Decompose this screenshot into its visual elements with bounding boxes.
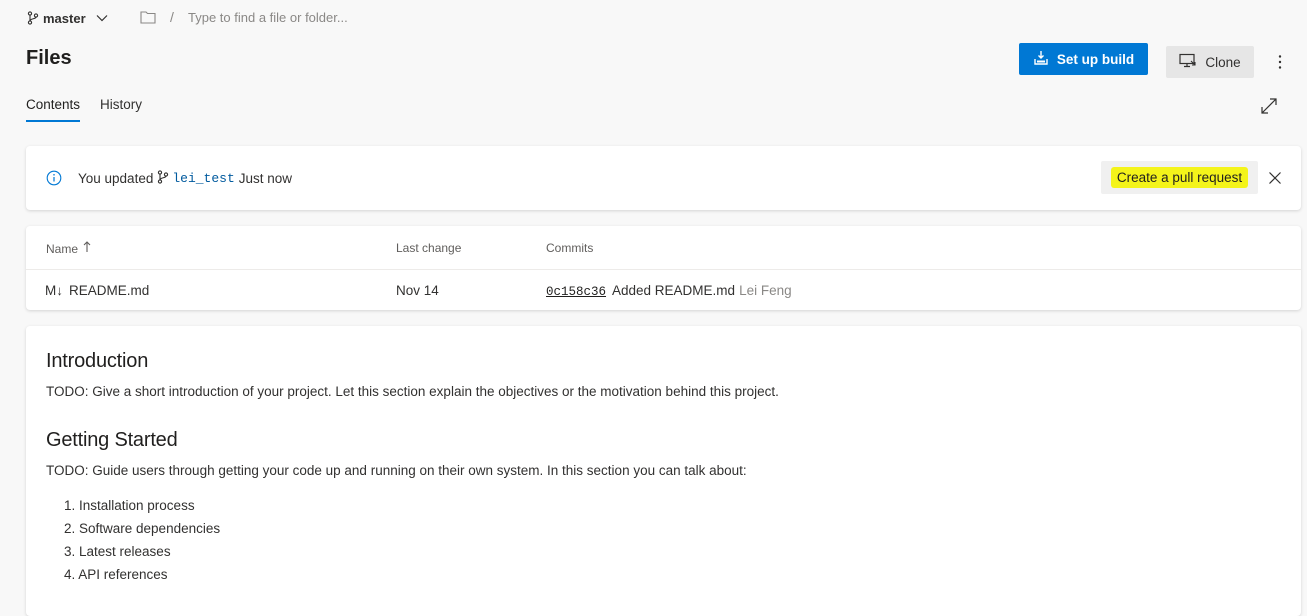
banner-message: You updated lei_test Just now bbox=[78, 170, 292, 187]
column-header-name-label: Name bbox=[46, 241, 79, 256]
markdown-icon: M↓ bbox=[45, 283, 63, 298]
close-icon[interactable] bbox=[1267, 170, 1283, 191]
table-header: Name Last change Commits bbox=[26, 226, 1301, 270]
files-table: Name Last change Commits M↓ README.md Nov… bbox=[26, 226, 1301, 310]
last-change-cell: Nov 14 bbox=[396, 283, 439, 298]
chevron-down-icon bbox=[96, 14, 108, 22]
branch-icon bbox=[153, 170, 169, 187]
info-icon bbox=[46, 170, 62, 191]
tab-history[interactable]: History bbox=[100, 97, 142, 120]
commit-author: Lei Feng bbox=[739, 283, 792, 298]
branch-selector[interactable]: master bbox=[27, 9, 108, 27]
list-item: 4. API references bbox=[64, 567, 168, 582]
setup-build-button[interactable]: Set up build bbox=[1019, 43, 1148, 75]
top-bar: master / bbox=[0, 0, 1307, 36]
column-header-last-change[interactable]: Last change bbox=[396, 241, 461, 255]
list-item: 3. Latest releases bbox=[64, 544, 171, 559]
readme-heading-introduction: Introduction bbox=[46, 350, 149, 372]
commit-hash-link[interactable]: 0c158c36 bbox=[546, 285, 606, 299]
branch-name: master bbox=[43, 10, 86, 26]
tab-contents[interactable]: Contents bbox=[26, 97, 81, 122]
page-title: Files bbox=[26, 47, 72, 69]
more-actions-icon[interactable] bbox=[1270, 50, 1290, 74]
branch-icon bbox=[27, 11, 39, 25]
file-name: README.md bbox=[69, 283, 150, 298]
list-item: 2. Software dependencies bbox=[64, 521, 221, 536]
banner-branch-link[interactable]: lei_test bbox=[172, 171, 234, 186]
sort-ascending-icon bbox=[83, 241, 91, 256]
expand-icon[interactable] bbox=[1259, 96, 1279, 121]
build-icon bbox=[1033, 50, 1049, 69]
readme-heading-getting-started: Getting Started bbox=[46, 429, 178, 451]
readme-preview: Introduction TODO: Give a short introduc… bbox=[26, 326, 1301, 616]
banner-time: Just now bbox=[238, 171, 293, 186]
column-header-commits[interactable]: Commits bbox=[546, 241, 593, 255]
path-separator: / bbox=[170, 9, 174, 25]
create-pull-request-button[interactable]: Create a pull request bbox=[1101, 161, 1258, 194]
path-search-input[interactable] bbox=[188, 5, 448, 29]
commit-cell: 0c158c36 Added README.md Lei Feng bbox=[546, 283, 792, 299]
column-header-name[interactable]: Name bbox=[46, 241, 91, 256]
clone-icon bbox=[1179, 53, 1197, 71]
clone-label: Clone bbox=[1205, 54, 1241, 70]
create-pull-request-label: Create a pull request bbox=[1110, 167, 1249, 188]
readme-list: 1. Installation process 2. Software depe… bbox=[64, 498, 220, 590]
table-row[interactable]: M↓ README.md Nov 14 0c158c36 Added README.… bbox=[26, 271, 1301, 310]
file-name-cell[interactable]: M↓ README.md bbox=[45, 283, 149, 298]
update-banner: You updated lei_test Just now Create a p… bbox=[26, 146, 1301, 210]
readme-paragraph-introduction: TODO: Give a short introduction of your … bbox=[46, 384, 779, 399]
readme-paragraph-getting-started: TODO: Guide users through getting your c… bbox=[46, 463, 747, 478]
list-item: 1. Installation process bbox=[64, 498, 195, 513]
banner-prefix: You updated bbox=[78, 171, 154, 186]
setup-build-label: Set up build bbox=[1056, 51, 1135, 67]
commit-message: Added README.md bbox=[612, 283, 736, 298]
clone-button[interactable]: Clone bbox=[1166, 46, 1254, 78]
folder-icon bbox=[140, 10, 156, 29]
